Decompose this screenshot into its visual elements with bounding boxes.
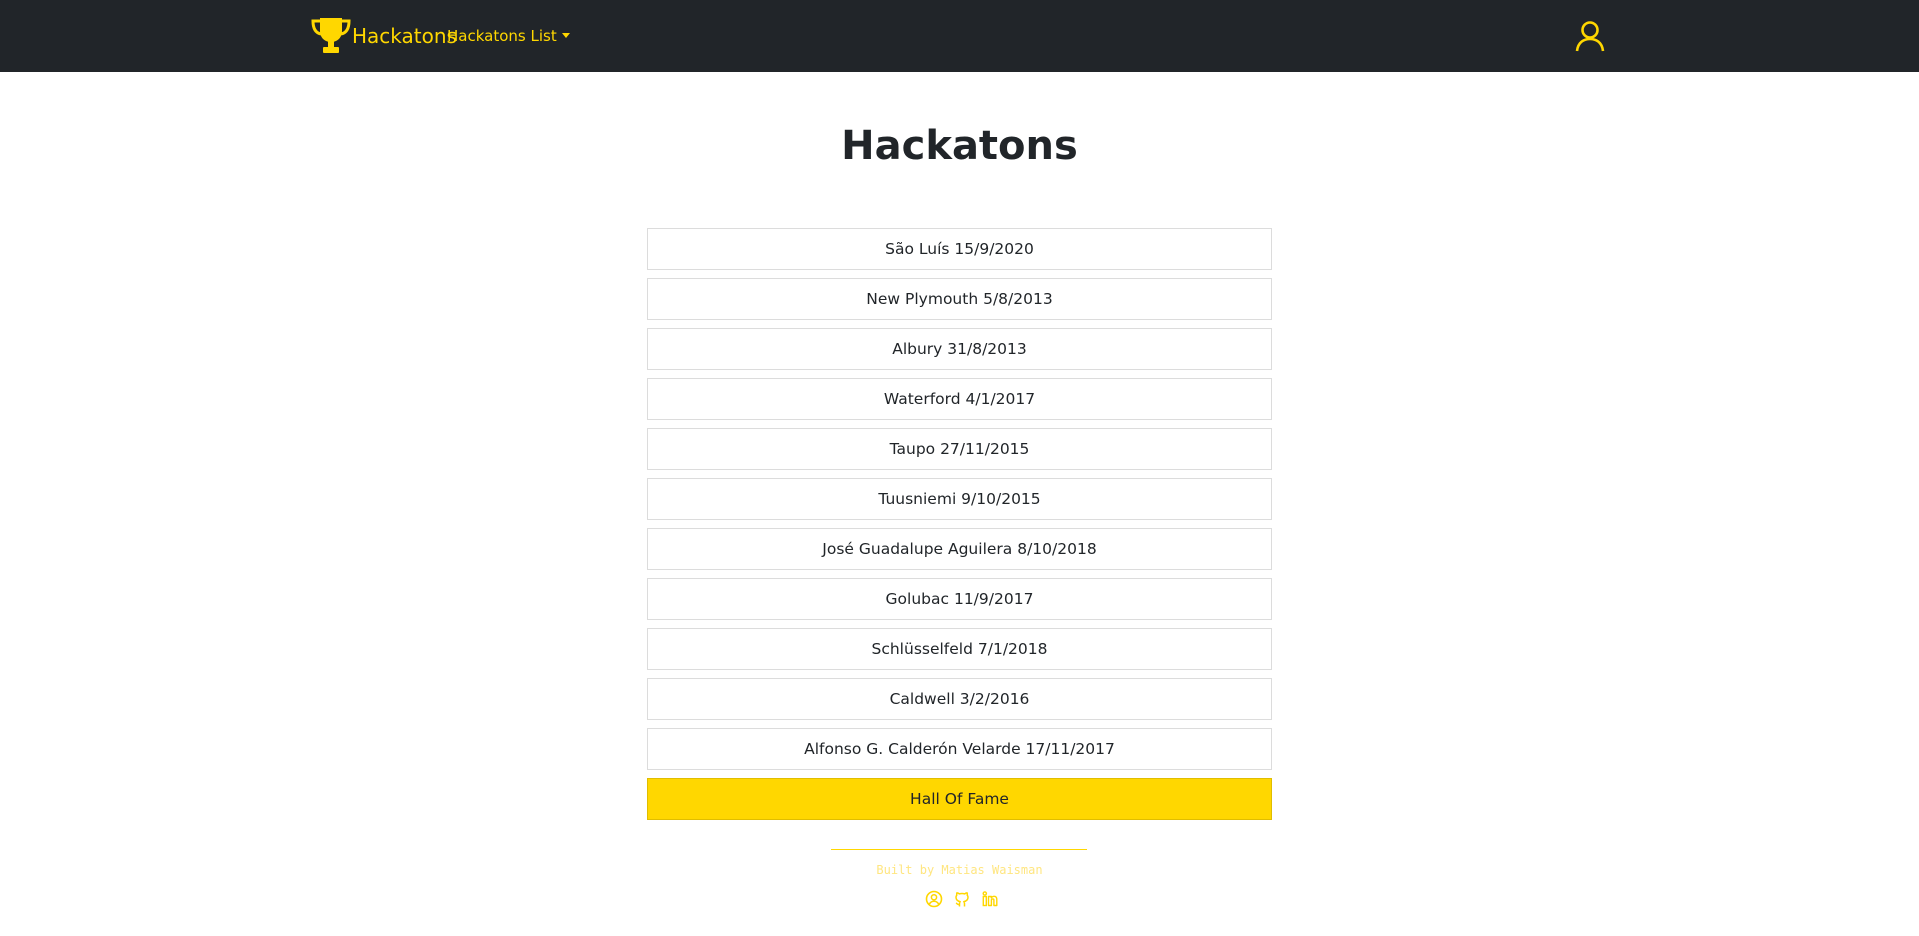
hackaton-list: São Luís 15/9/2020 New Plymouth 5/8/2013… [647,228,1272,820]
hackaton-item[interactable]: Alfonso G. Calderón Velarde 17/11/2017 [647,728,1272,770]
hackaton-item[interactable]: Schlüsselfeld 7/1/2018 [647,628,1272,670]
hackaton-item[interactable]: Albury 31/8/2013 [647,328,1272,370]
hackatons-list-dropdown[interactable]: Hackatons List [447,26,570,46]
hackaton-item[interactable]: São Luís 15/9/2020 [647,228,1272,270]
caret-down-icon [561,32,570,38]
github-icon[interactable] [953,890,971,908]
linkedin-icon[interactable] [981,890,999,908]
hackaton-item[interactable]: José Guadalupe Aguilera 8/10/2018 [647,528,1272,570]
dropdown-label: Hackatons List [447,27,557,45]
brand-text: Hackatons [352,24,457,48]
hackaton-item[interactable]: Caldwell 3/2/2016 [647,678,1272,720]
hall-of-fame-button[interactable]: Hall Of Fame [647,778,1272,820]
page-title: Hackatons [841,123,1078,169]
footer-divider [831,849,1087,850]
user-circle-icon[interactable] [925,890,943,908]
hackaton-item[interactable]: Taupo 27/11/2015 [647,428,1272,470]
trophy-icon [311,18,351,53]
hackaton-item[interactable]: Golubac 11/9/2017 [647,578,1272,620]
user-account-button[interactable] [1574,20,1606,52]
hackaton-item[interactable]: New Plymouth 5/8/2013 [647,278,1272,320]
footer-social-links [925,890,999,908]
hackaton-item[interactable]: Waterford 4/1/2017 [647,378,1272,420]
navbar: Hackatons Hackatons List [0,0,1919,72]
footer-credit: Built by Matias Waisman [876,863,1043,877]
brand-link[interactable]: Hackatons [310,17,457,55]
hackaton-item[interactable]: Tuusniemi 9/10/2015 [647,478,1272,520]
user-icon [1575,21,1605,52]
